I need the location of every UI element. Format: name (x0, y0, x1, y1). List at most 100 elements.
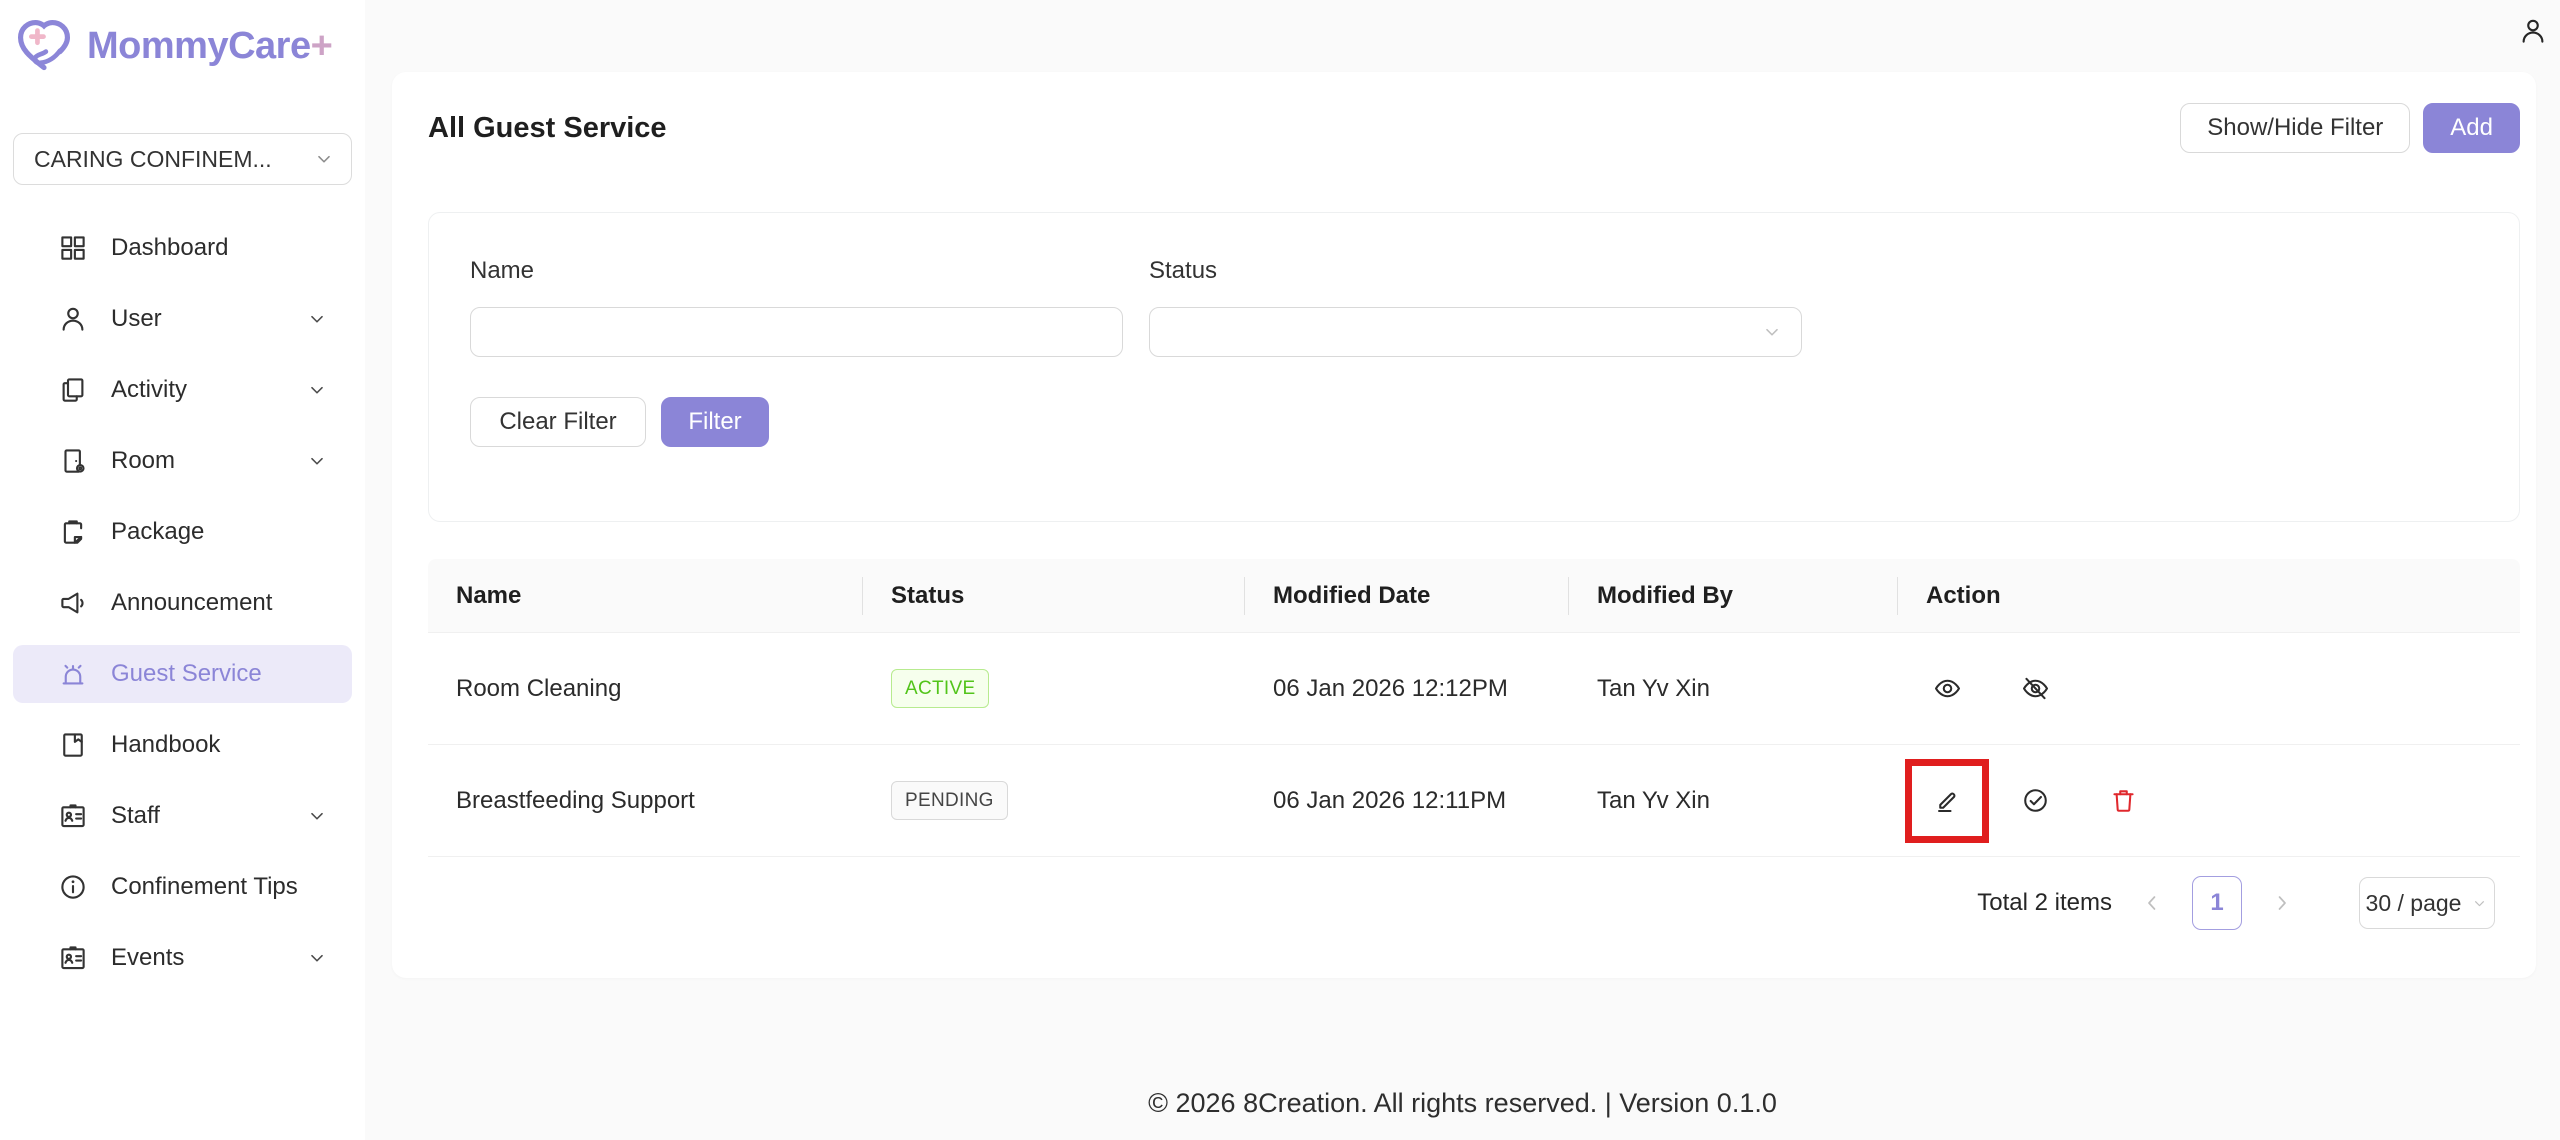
table-body: Room Cleaning ACTIVE 06 Jan 2026 12:12PM Ta… (428, 633, 2520, 857)
sidebar-item-label: Guest Service (111, 660, 262, 687)
sidebar-item-confinement-tips[interactable]: Confinement Tips (13, 858, 352, 916)
service-bell-icon (58, 659, 88, 689)
chevron-down-icon (306, 308, 328, 330)
table-row: Breastfeeding Support PENDING 06 Jan 2026 … (428, 745, 2520, 857)
row-name: Room Cleaning (456, 674, 622, 702)
filter-panel: Name Status Clear Filter Filter (428, 212, 2520, 522)
activity-pages-icon (58, 375, 88, 405)
page-title: All Guest Service (428, 111, 667, 144)
sidebar: MommyCare+ CARING CONFINEM... Dashboard U… (0, 0, 365, 1140)
app: MommyCare+ CARING CONFINEM... Dashboard U… (0, 0, 2560, 1140)
table-header-row: Name Status Modified Date Modified By Action (428, 559, 2520, 633)
handbook-icon (58, 730, 88, 760)
column-header-status: Status (863, 559, 1245, 632)
row-modified-date: 06 Jan 2026 12:12PM (1273, 674, 1508, 702)
column-header-modified-date: Modified Date (1245, 559, 1569, 632)
venue-selector[interactable]: CARING CONFINEM... (13, 133, 352, 185)
sidebar-item-handbook[interactable]: Handbook (13, 716, 352, 774)
brand-logo[interactable]: MommyCare+ (13, 14, 352, 78)
row-actions (1898, 758, 2520, 843)
info-circle-icon (58, 872, 88, 902)
package-clipboard-icon (58, 517, 88, 547)
sidebar-item-label: Room (111, 447, 176, 474)
dashboard-grid-icon (58, 233, 88, 263)
chevron-down-icon (313, 148, 335, 170)
main-area: All Guest Service Show/Hide Filter Add N… (365, 0, 2560, 1140)
table-row: Room Cleaning ACTIVE 06 Jan 2026 12:12PM Ta… (428, 633, 2520, 745)
sidebar-item-events[interactable]: Events (13, 929, 352, 987)
row-name: Breastfeeding Support (456, 786, 695, 814)
eye-invisible-icon (2022, 677, 2048, 700)
sidebar-item-label: Announcement (111, 589, 273, 616)
sidebar-item-guest-service[interactable]: Guest Service (13, 645, 352, 703)
row-modified-by: Tan Yv Xin (1597, 674, 1710, 702)
name-filter-label: Name (470, 257, 535, 284)
sidebar-item-label: Package (111, 518, 205, 545)
status-badge: PENDING (891, 781, 1008, 820)
sidebar-item-label: User (111, 305, 162, 332)
edit-action-button[interactable] (1905, 758, 1989, 843)
name-filter-input[interactable] (470, 307, 1123, 357)
sidebar-item-label: Events (111, 944, 185, 971)
sidebar-item-label: Staff (111, 802, 160, 829)
user-icon (58, 304, 88, 334)
megaphone-icon (58, 588, 88, 618)
chevron-down-icon (1761, 321, 1783, 343)
delete-icon (2112, 790, 2134, 812)
pagination: Total 2 items 1 30 / page (428, 876, 2520, 930)
brand-plus: + (310, 24, 333, 67)
check-circle-icon (2023, 789, 2047, 812)
sidebar-item-label: Handbook (111, 731, 221, 758)
page-header: All Guest Service Show/Hide Filter Add (428, 103, 2520, 153)
profile-icon[interactable] (2518, 16, 2548, 46)
sidebar-item-label: Dashboard (111, 234, 229, 261)
pagination-total: Total 2 items (1977, 889, 2112, 916)
delete-action-button[interactable] (2102, 780, 2144, 822)
chevron-down-icon (306, 450, 328, 472)
room-door-icon (58, 446, 88, 476)
column-header-action: Action (1926, 581, 2001, 609)
row-modified-by: Tan Yv Xin (1597, 786, 1710, 814)
page-size-value: 30 / page (2365, 889, 2462, 916)
hide-action-button[interactable] (2014, 668, 2056, 710)
sidebar-item-package[interactable]: Package (13, 503, 352, 561)
prev-page-button[interactable] (2140, 891, 2164, 915)
sidebar-item-announcement[interactable]: Announcement (13, 574, 352, 632)
events-badge-icon (58, 943, 88, 973)
sidebar-item-label: Activity (111, 376, 188, 403)
id-card-icon (58, 801, 88, 831)
row-modified-date: 06 Jan 2026 12:11PM (1273, 786, 1507, 814)
sidebar-item-room[interactable]: Room (13, 432, 352, 490)
row-actions (1898, 668, 2520, 710)
eye-icon (1934, 679, 1960, 698)
content-card: All Guest Service Show/Hide Filter Add N… (392, 72, 2536, 978)
add-button[interactable]: Add (2423, 103, 2520, 153)
show-hide-filter-button[interactable]: Show/Hide Filter (2180, 103, 2411, 153)
footer-text: © 2026 8Creation. All rights reserved. |… (1148, 1088, 1777, 1118)
guest-service-table: Name Status Modified Date Modified By Action… (428, 559, 2520, 857)
sidebar-item-activity[interactable]: Activity (13, 361, 352, 419)
sidebar-item-user[interactable]: User (13, 290, 352, 348)
approve-action-button[interactable] (2014, 780, 2056, 822)
status-badge: ACTIVE (891, 669, 990, 708)
chevron-down-icon (306, 379, 328, 401)
column-header-modified-by: Modified By (1569, 559, 1898, 632)
filter-button[interactable]: Filter (661, 397, 769, 447)
sidebar-item-dashboard[interactable]: Dashboard (13, 219, 352, 277)
chevron-down-icon (2471, 895, 2488, 912)
brand-name: MommyCare+ (87, 24, 333, 67)
sidebar-nav: Dashboard User Activity Room Package Announce… (13, 219, 352, 987)
chevron-down-icon (306, 947, 328, 969)
view-action-button[interactable] (1926, 668, 1968, 710)
venue-selector-value: CARING CONFINEM... (34, 145, 272, 172)
page-1-button[interactable]: 1 (2192, 876, 2242, 930)
chevron-down-icon (306, 805, 328, 827)
status-filter-select[interactable] (1149, 307, 1802, 357)
sidebar-item-staff[interactable]: Staff (13, 787, 352, 845)
page-size-select[interactable]: 30 / page (2359, 877, 2495, 929)
clear-filter-button[interactable]: Clear Filter (470, 397, 646, 447)
heart-hand-logo-icon (13, 16, 75, 76)
sidebar-item-label: Confinement Tips (111, 873, 298, 900)
edit-icon (1937, 792, 1955, 813)
next-page-button[interactable] (2270, 891, 2294, 915)
